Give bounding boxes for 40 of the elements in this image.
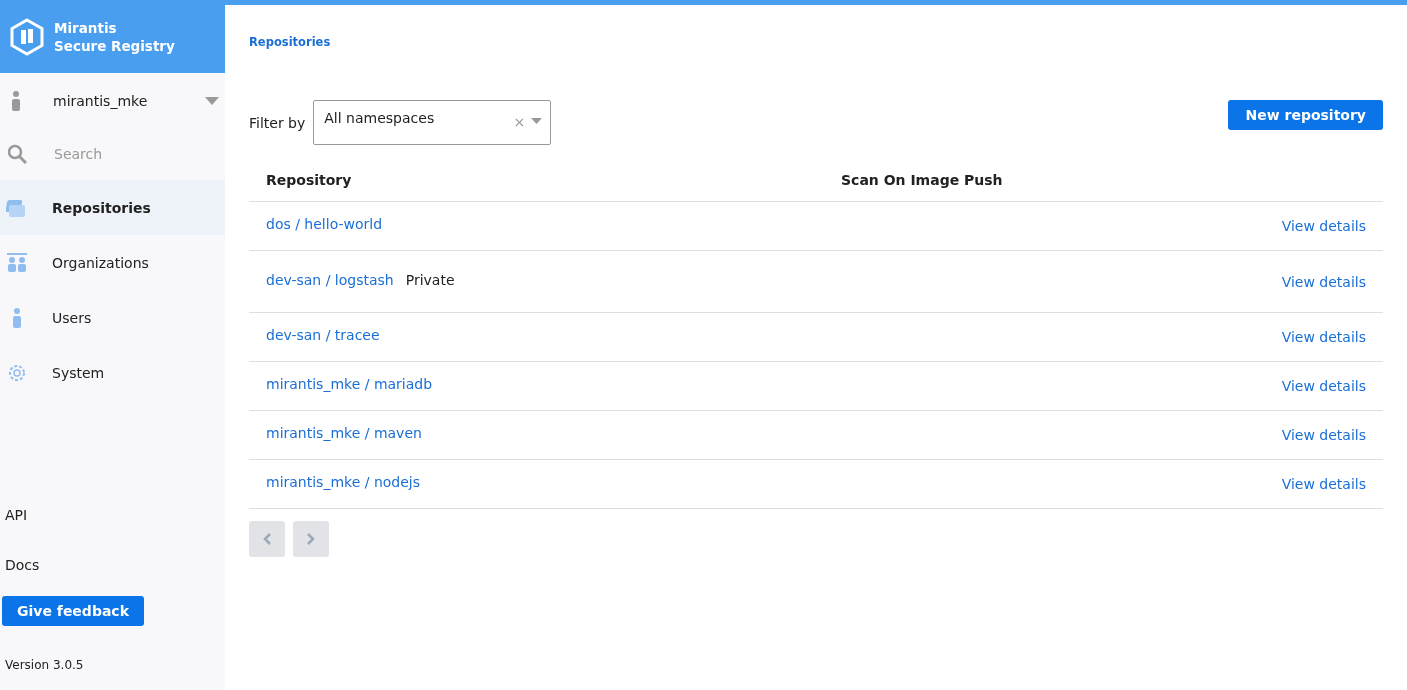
chevron-right-icon	[307, 533, 315, 545]
view-details-link[interactable]: View details	[1281, 218, 1366, 234]
sidebar-item[interactable]: Repositories	[0, 180, 225, 235]
view-details-link[interactable]: View details	[1281, 427, 1366, 443]
sidebar-item[interactable]: Users	[0, 290, 225, 345]
filter-label: Filter by	[249, 114, 306, 131]
search-icon	[7, 144, 27, 164]
view-details-link[interactable]: View details	[1281, 378, 1366, 394]
caret-icon[interactable]	[205, 96, 219, 105]
clear-icon[interactable]: ×	[513, 114, 526, 130]
brand-name: Secure Registry	[54, 36, 175, 55]
sidebar-item[interactable]: Organizations	[0, 235, 225, 290]
repository-link[interactable]: mirantis_mke / maven	[266, 425, 422, 441]
version-text: Version 3.0.5	[4, 657, 85, 674]
visibility-label: Private	[405, 271, 455, 288]
user-name[interactable]: mirantis_mke	[53, 92, 205, 109]
new-repository-button[interactable]: New repository	[1228, 100, 1383, 130]
repository-link[interactable]: dev-san / tracee	[266, 327, 380, 343]
sidebar-link[interactable]: API	[5, 507, 28, 523]
column-header: Scan On Image Push	[841, 172, 1003, 188]
repository-link[interactable]: mirantis_mke / mariadb	[266, 376, 433, 392]
repository-link[interactable]: mirantis_mke / nodejs	[266, 474, 420, 490]
view-details-link[interactable]: View details	[1281, 476, 1366, 492]
breadcrumb-link[interactable]: Repositories	[249, 35, 331, 49]
repository-link[interactable]: dev-san / logstash	[266, 271, 394, 288]
search-field[interactable]: Search	[54, 146, 194, 162]
view-details-link[interactable]: View details	[1281, 329, 1366, 345]
chevron-left-icon	[263, 533, 271, 545]
repository-link[interactable]: dos / hello-world	[266, 216, 383, 232]
logo-icon	[10, 17, 44, 56]
column-header: Repository	[265, 172, 353, 188]
namespace-select[interactable]: All namespaces ×	[313, 100, 552, 145]
sidebar-item[interactable]: System	[0, 345, 225, 400]
brand-name: Mirantis	[54, 18, 118, 37]
sidebar-link[interactable]: Docs	[5, 557, 40, 573]
feedback-button[interactable]: Give feedback	[2, 596, 144, 626]
caret-icon	[531, 118, 543, 124]
view-details-link[interactable]: View details	[1281, 273, 1366, 290]
user-icon	[10, 89, 22, 112]
people-icon	[6, 251, 28, 274]
